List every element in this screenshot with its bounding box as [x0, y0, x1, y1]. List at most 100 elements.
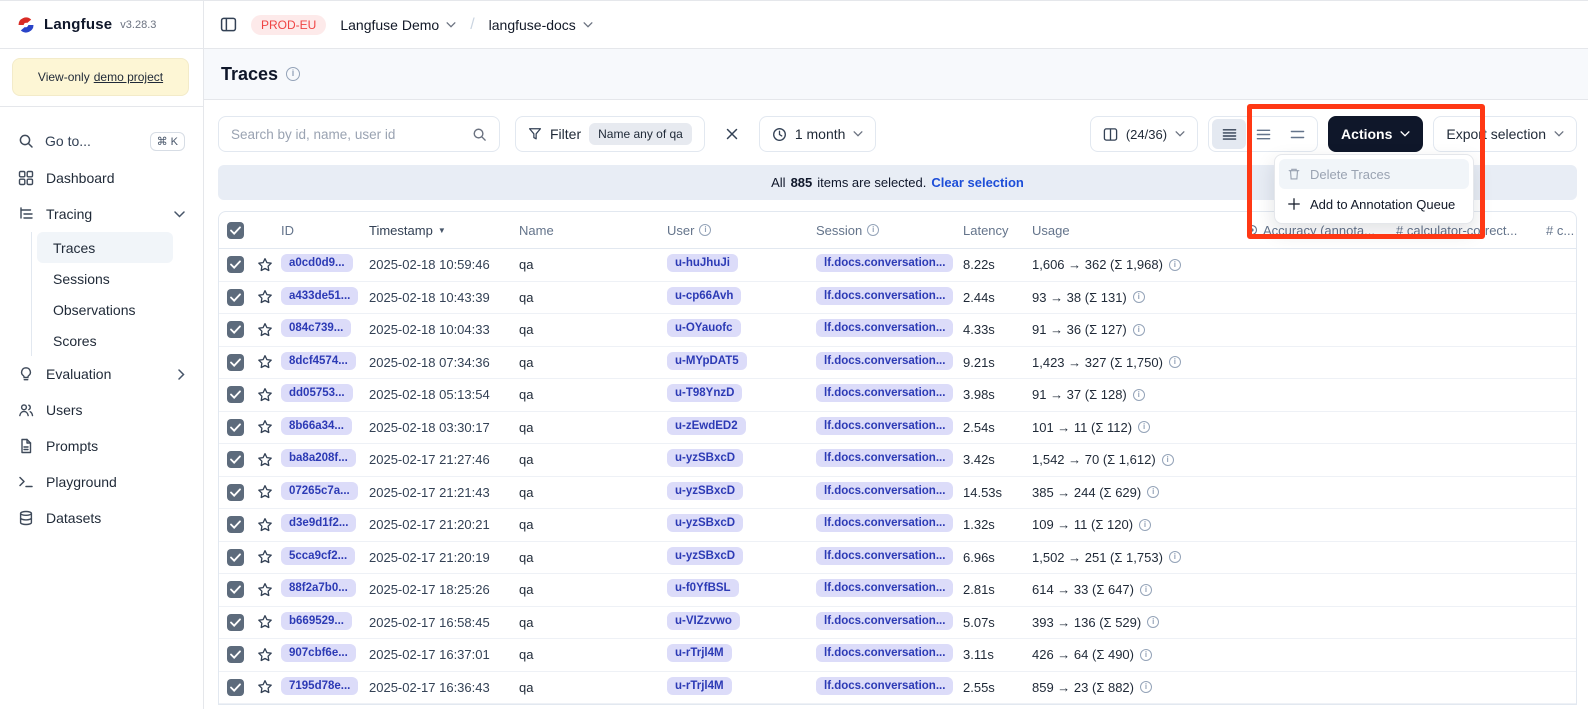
usage-info-icon[interactable]: i [1162, 454, 1174, 466]
column-header-timestamp[interactable]: Timestamp▼ [369, 223, 519, 238]
sidebar-item-dashboard[interactable]: Dashboard [8, 160, 195, 196]
bookmark-star-icon[interactable] [257, 387, 281, 403]
bookmark-star-icon[interactable] [257, 614, 281, 630]
filter-button[interactable]: Filter Name any of qa [515, 116, 705, 152]
select-all-checkbox[interactable] [227, 222, 244, 239]
trace-id-badge[interactable]: 07265c7a... [281, 482, 358, 500]
table-row[interactable]: 88f2a7b0... 2025-02-17 18:25:26 qa u-f0Y… [219, 574, 1576, 607]
user-badge[interactable]: u-rTrjl4M [667, 677, 732, 695]
column-header-latency[interactable]: Latency [963, 223, 1032, 238]
trace-id-badge[interactable]: b669529... [281, 612, 352, 630]
usage-info-icon[interactable]: i [1140, 649, 1152, 661]
user-badge[interactable]: u-zEwdED2 [667, 417, 746, 435]
user-badge[interactable]: u-rTrjl4M [667, 644, 732, 662]
search-icon[interactable] [472, 127, 487, 142]
sidebar-item-playground[interactable]: Playground [8, 464, 195, 500]
usage-info-icon[interactable]: i [1133, 324, 1145, 336]
column-header-clipped[interactable]: # c... [1546, 223, 1576, 238]
trace-id-badge[interactable]: dd05753... [281, 384, 353, 402]
bookmark-star-icon[interactable] [257, 647, 281, 663]
usage-info-icon[interactable]: i [1139, 519, 1151, 531]
user-badge[interactable]: u-yzSBxcD [667, 547, 743, 565]
sidebar-item-observations[interactable]: Observations [37, 294, 195, 325]
project-selector[interactable]: langfuse-docs [489, 17, 593, 33]
table-row[interactable]: dd05753... 2025-02-18 05:13:54 qa u-T98Y… [219, 379, 1576, 412]
bookmark-star-icon[interactable] [257, 484, 281, 500]
bookmark-star-icon[interactable] [257, 354, 281, 370]
row-checkbox[interactable] [227, 679, 244, 696]
bookmark-star-icon[interactable] [257, 582, 281, 598]
info-icon[interactable]: i [867, 224, 879, 236]
trace-id-badge[interactable]: ba8a208f... [281, 449, 356, 467]
sidebar-item-datasets[interactable]: Datasets [8, 500, 195, 536]
user-badge[interactable]: u-VIZzvwo [667, 612, 740, 630]
sidebar-item-evaluation[interactable]: Evaluation [8, 356, 195, 392]
table-row[interactable]: a433de51... 2025-02-18 10:43:39 qa u-cp6… [219, 282, 1576, 315]
trace-id-badge[interactable]: a0cd0d9... [281, 254, 353, 272]
column-header-id[interactable]: ID [281, 223, 369, 238]
column-header-name[interactable]: Name [519, 223, 667, 238]
row-checkbox[interactable] [227, 386, 244, 403]
sidebar-item-sessions[interactable]: Sessions [37, 263, 195, 294]
export-selection-button[interactable]: Export selection [1433, 116, 1577, 152]
user-badge[interactable]: u-yzSBxcD [667, 449, 743, 467]
trace-id-badge[interactable]: 8b66a34... [281, 417, 352, 435]
row-checkbox[interactable] [227, 549, 244, 566]
table-row[interactable]: ba8a208f... 2025-02-17 21:27:46 qa u-yzS… [219, 444, 1576, 477]
session-badge[interactable]: lf.docs.conversation... [816, 254, 953, 272]
table-row[interactable]: b669529... 2025-02-17 16:58:45 qa u-VIZz… [219, 607, 1576, 640]
user-badge[interactable]: u-T98YnzD [667, 384, 742, 402]
row-checkbox[interactable] [227, 614, 244, 631]
info-icon[interactable]: i [699, 224, 711, 236]
session-badge[interactable]: lf.docs.conversation... [816, 319, 953, 337]
session-badge[interactable]: lf.docs.conversation... [816, 384, 953, 402]
search-input[interactable] [231, 127, 464, 142]
row-checkbox[interactable] [227, 354, 244, 371]
usage-info-icon[interactable]: i [1140, 584, 1152, 596]
goto-search[interactable]: Go to... ⌘ K [8, 124, 195, 158]
user-badge[interactable]: u-OYauofc [667, 319, 741, 337]
demo-project-link[interactable]: demo project [94, 70, 163, 84]
row-checkbox[interactable] [227, 256, 244, 273]
bookmark-star-icon[interactable] [257, 419, 281, 435]
usage-info-icon[interactable]: i [1133, 291, 1145, 303]
session-badge[interactable]: lf.docs.conversation... [816, 482, 953, 500]
table-row[interactable]: 07265c7a... 2025-02-17 21:21:43 qa u-yzS… [219, 477, 1576, 510]
bookmark-star-icon[interactable] [257, 549, 281, 565]
row-checkbox[interactable] [227, 419, 244, 436]
sidebar-item-scores[interactable]: Scores [37, 325, 195, 356]
row-checkbox[interactable] [227, 646, 244, 663]
session-badge[interactable]: lf.docs.conversation... [816, 449, 953, 467]
trace-id-badge[interactable]: 907cbf6e... [281, 644, 356, 662]
sidebar-toggle-icon[interactable] [220, 16, 237, 33]
session-badge[interactable]: lf.docs.conversation... [816, 644, 953, 662]
session-badge[interactable]: lf.docs.conversation... [816, 514, 953, 532]
usage-info-icon[interactable]: i [1169, 356, 1181, 368]
trace-id-badge[interactable]: 5cca9cf2... [281, 547, 355, 565]
user-badge[interactable]: u-yzSBxcD [667, 514, 743, 532]
row-checkbox[interactable] [227, 484, 244, 501]
user-badge[interactable]: u-yzSBxcD [667, 482, 743, 500]
trace-id-badge[interactable]: a433de51... [281, 287, 358, 305]
session-badge[interactable]: lf.docs.conversation... [816, 547, 953, 565]
org-selector[interactable]: Langfuse Demo [340, 17, 456, 33]
user-badge[interactable]: u-f0YfBSL [667, 579, 739, 597]
clear-filter-button[interactable] [717, 116, 747, 152]
usage-info-icon[interactable]: i [1140, 681, 1152, 693]
column-header-accuracy[interactable]: Accuracy (annota... [1246, 223, 1396, 238]
session-badge[interactable]: lf.docs.conversation... [816, 352, 953, 370]
column-header-user[interactable]: Useri [667, 223, 816, 238]
menu-item-add-to-annotation-queue[interactable]: Add to Annotation Queue [1279, 189, 1469, 219]
bookmark-star-icon[interactable] [257, 517, 281, 533]
table-row[interactable]: a0cd0d9... 2025-02-18 10:59:46 qa u-huJh… [219, 249, 1576, 282]
row-checkbox[interactable] [227, 516, 244, 533]
time-range-button[interactable]: 1 month [759, 116, 877, 152]
usage-info-icon[interactable]: i [1169, 259, 1181, 271]
table-row[interactable]: 8b66a34... 2025-02-18 03:30:17 qa u-zEwd… [219, 412, 1576, 445]
column-header-calculator-correct[interactable]: # calculator-correct... [1396, 223, 1546, 238]
usage-info-icon[interactable]: i [1169, 551, 1181, 563]
user-badge[interactable]: u-MYpDAT5 [667, 352, 747, 370]
column-header-usage[interactable]: Usage [1032, 223, 1246, 238]
usage-info-icon[interactable]: i [1138, 421, 1150, 433]
table-row[interactable]: 7195d78e... 2025-02-17 16:36:43 qa u-rTr… [219, 672, 1576, 705]
